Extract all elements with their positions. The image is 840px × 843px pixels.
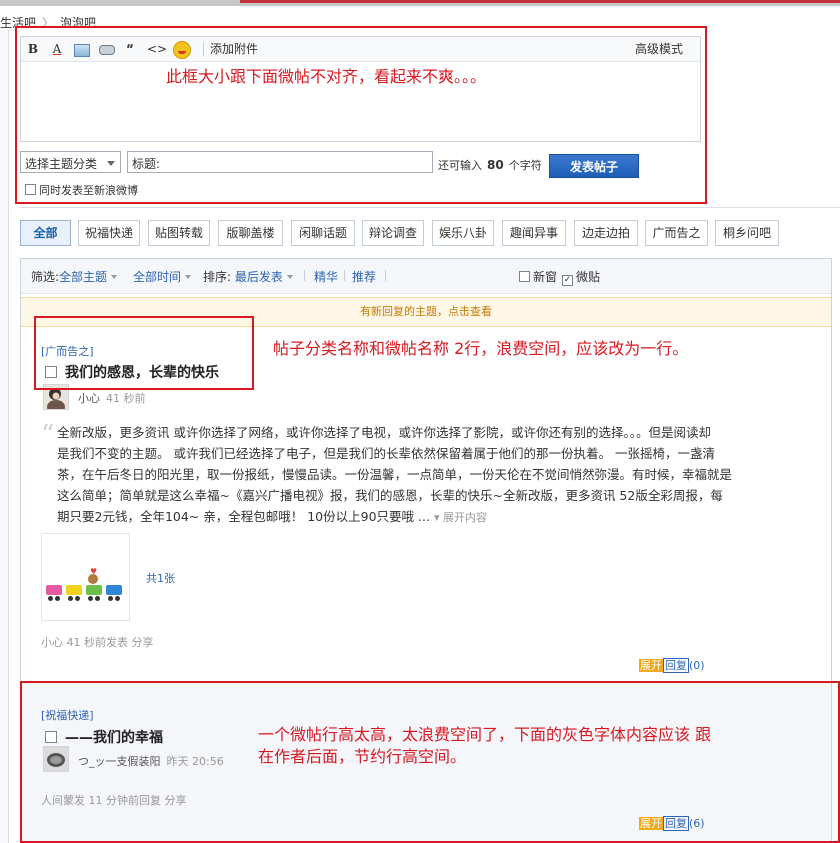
tab-oddities[interactable]: 趣闻异事 <box>502 220 566 246</box>
author-name[interactable]: 小心 <box>78 392 100 405</box>
reply-button[interactable]: 回复 <box>663 658 689 673</box>
content-line: 是我们不变的主题。 或许我们已经选择了电子，但是我们的长辈依然保留着属于他们的那… <box>57 446 715 461</box>
filter-topic[interactable]: 全部主题 <box>59 270 107 284</box>
filter-time[interactable]: 全部时间 <box>133 270 181 284</box>
post-meta: 小心 41 秒前发表 分享 <box>41 636 154 649</box>
wheel <box>68 596 73 601</box>
micro-post-label: 微贴 <box>576 270 601 284</box>
tab-travel-photo[interactable]: 边走边拍 <box>574 220 638 246</box>
post-author: 小心 41 秒前 <box>78 390 146 406</box>
sort-group[interactable]: 排序: 最后发表 <box>203 268 293 285</box>
filter-digest[interactable]: 精华 <box>314 270 338 284</box>
new-window-label: 新窗 <box>533 270 558 284</box>
chevron-down-icon <box>286 275 293 279</box>
tab-ads[interactable]: 广而告之 <box>645 220 708 246</box>
filter-divider <box>304 270 305 281</box>
annotation-height-note-2: 在作者后面，节约行高空间。 <box>258 747 467 766</box>
wheel <box>95 596 100 601</box>
wheel <box>55 596 60 601</box>
content-line: 期只要2元钱，全年104~ 亲，全程包邮哦！ 10份以上90只要哦 ... <box>57 509 430 524</box>
post-content: 全新改版，更多资讯 或许你选择了网络，或许你选择了电视，或许你选择了影院，或许你… <box>57 422 827 528</box>
content-line: 这么简单；简单就是这么幸福~《嘉兴广播电视》报，我们的感恩，长辈的快乐~全新改版… <box>57 488 723 503</box>
filter-label-group: 筛选:全部主题 <box>31 268 118 285</box>
left-sidebar-edge <box>0 30 9 843</box>
wheel <box>75 596 80 601</box>
chevron-down-icon <box>185 275 192 279</box>
filter-divider <box>385 270 386 281</box>
filter-recommend[interactable]: 推荐 <box>352 270 376 284</box>
heart-icon: ♥ <box>90 567 98 576</box>
annotation-box-category <box>34 316 254 390</box>
post-time: 41 秒前 <box>106 392 146 405</box>
filter-digest-wrap: 精华 <box>314 268 338 285</box>
tab-chat-building[interactable]: 版聊盖楼 <box>218 220 283 246</box>
filter-recommend-wrap: 推荐 <box>352 268 376 285</box>
train-car <box>86 585 102 595</box>
tab-casual[interactable]: 闲聊话题 <box>291 220 355 246</box>
annotation-category-note: 帖子分类名称和微帖名称 2行，浪费空间，应该改为一行。 <box>273 339 689 358</box>
train-car <box>46 585 62 595</box>
annotation-box-editor <box>15 26 707 204</box>
tab-entertainment[interactable]: 娱乐八卦 <box>432 220 494 246</box>
quote-icon: “ <box>41 420 55 450</box>
tab-debate[interactable]: 辩论调查 <box>362 220 424 246</box>
filter-time-group[interactable]: 全部时间 <box>133 268 192 285</box>
expand-content-link[interactable]: ▾ 展开内容 <box>434 511 487 524</box>
filter-label: 筛选: <box>31 270 60 284</box>
content-line: 茶，在午后冬日的阳光里，取一份报纸，慢慢品读。一份温馨，一点简单，一份天伦在不觉… <box>57 467 733 482</box>
image-count[interactable]: 共1张 <box>146 570 175 586</box>
train-car <box>66 585 82 595</box>
content-line-last: 期只要2元钱，全年104~ 亲，全程包邮哦！ 10份以上90只要哦 ... ▾ … <box>57 506 827 528</box>
sort-label: 排序: <box>203 270 232 284</box>
train-car <box>106 585 122 595</box>
tab-blessing[interactable]: 祝福快递 <box>78 220 140 246</box>
expand-content-label: 展开内容 <box>442 511 487 524</box>
micro-post-option[interactable]: ✓ 微贴 <box>562 268 600 286</box>
tab-all[interactable]: 全部 <box>20 220 71 246</box>
wheel <box>88 596 93 601</box>
new-window-option[interactable]: 新窗 <box>519 268 557 285</box>
wheel <box>115 596 120 601</box>
annotation-editor-note: 此框大小跟下面微帖不对齐，看起来不爽。。。 <box>166 67 487 86</box>
chevron-down-icon <box>111 275 118 279</box>
wheel <box>108 596 113 601</box>
expand-replies[interactable]: 展开 <box>639 659 663 672</box>
micro-post-checkbox[interactable]: ✓ <box>562 275 573 286</box>
filter-bar: 筛选:全部主题 全部时间 排序: 最后发表 精华 推荐 新窗 ✓ 微贴 <box>21 259 831 294</box>
reply-count: (0) <box>689 659 705 672</box>
content-line: 全新改版，更多资讯 或许你选择了网络，或许你选择了电视，或许你选择了影院，或许你… <box>57 425 711 440</box>
tab-photo[interactable]: 贴图转载 <box>148 220 210 246</box>
reply-toggle[interactable]: 展开 回复 (0) <box>639 657 705 673</box>
top-bar-accent <box>240 0 840 3</box>
tabs-divider <box>20 207 840 208</box>
annotation-height-note-1: 一个微帖行高太高，太浪费空间了，下面的灰色字体内容应该 跟 <box>258 725 712 744</box>
sort-value[interactable]: 最后发表 <box>235 270 283 284</box>
tab-tongxiang[interactable]: 桐乡问吧 <box>715 220 779 246</box>
wheel <box>48 596 53 601</box>
post-image-thumbnail[interactable]: ♥ <box>41 533 130 621</box>
new-window-checkbox[interactable] <box>519 271 530 282</box>
filter-divider <box>344 270 345 281</box>
